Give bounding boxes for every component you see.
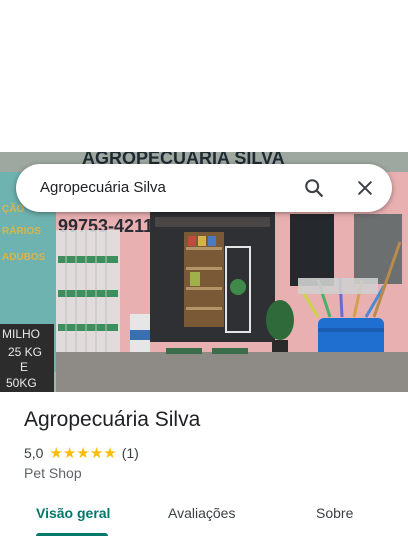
rating-value: 5,0: [24, 445, 44, 461]
active-tab-indicator: [36, 533, 108, 536]
place-category: Pet Shop: [24, 465, 82, 481]
chalkboard-line-2: 25 KG: [8, 345, 42, 359]
star-icon: ★: [89, 444, 104, 462]
search-icon: [305, 179, 323, 197]
star-icon: ★: [76, 444, 90, 462]
close-icon: [358, 181, 372, 195]
star-icon: ★: [103, 444, 117, 462]
rating-row[interactable]: 5,0 ★ ★ ★ ★ ★ (1): [24, 444, 139, 462]
clear-search-button[interactable]: [349, 172, 381, 204]
tab-overview[interactable]: Visão geral: [36, 496, 110, 536]
place-title: Agropecuária Silva: [24, 408, 201, 431]
svg-text:RÁRIOS: RÁRIOS: [2, 224, 41, 237]
svg-text:ADUBOS: ADUBOS: [2, 252, 46, 263]
tab-bar: Visão geral Avaliações Sobre: [0, 496, 408, 536]
chalkboard-line-3: E: [20, 360, 28, 374]
star-icon: ★: [49, 444, 63, 462]
search-bar[interactable]: Agropecuária Silva: [16, 164, 392, 212]
search-input[interactable]: Agropecuária Silva: [40, 164, 166, 212]
review-count[interactable]: (1): [122, 445, 139, 461]
tab-about[interactable]: Sobre: [316, 496, 353, 536]
star-icon: ★: [62, 444, 77, 462]
chalkboard-line-1: MILHO: [2, 327, 40, 341]
tab-reviews[interactable]: Avaliações: [168, 496, 235, 536]
search-button[interactable]: [298, 172, 330, 204]
star-rating: ★ ★ ★ ★ ★: [49, 446, 116, 461]
chalkboard-line-4: 50KG: [6, 376, 37, 390]
